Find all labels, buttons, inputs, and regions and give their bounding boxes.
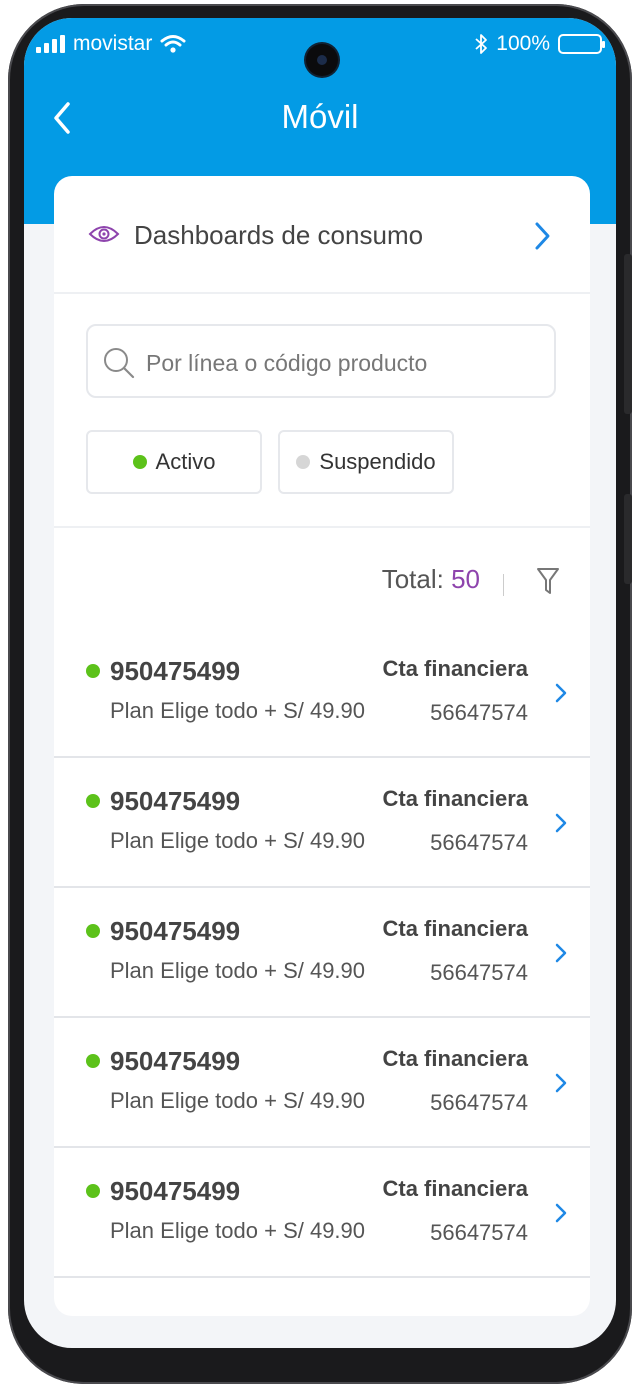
chevron-right-icon — [555, 1203, 567, 1223]
account-number: 56647574 — [430, 960, 528, 985]
plan-name: Plan Elige todo + S/ 49.90 — [110, 698, 366, 723]
plan-name: Plan Elige todo + S/ 49.90 — [110, 828, 366, 853]
account-number: 56647574 — [430, 1090, 528, 1115]
line-number: 950475499 — [110, 916, 241, 946]
chevron-right-icon — [555, 683, 567, 703]
chevron-right-icon — [555, 813, 567, 833]
navigation-bar: Móvil — [24, 92, 616, 144]
section-divider — [54, 526, 590, 528]
search-icon — [104, 348, 135, 379]
list-item[interactable]: 950475499 Plan Elige todo + S/ 49.90 Cta… — [54, 628, 590, 758]
separator — [503, 574, 504, 596]
battery-percent: 100% — [496, 32, 550, 55]
plan-name: Plan Elige todo + S/ 49.90 — [110, 1218, 366, 1243]
lines-list: 950475499 Plan Elige todo + S/ 49.90 Cta… — [54, 628, 590, 1278]
account-label: Cta financiera — [382, 1046, 529, 1071]
line-number: 950475499 — [110, 786, 241, 816]
account-number: 56647574 — [430, 830, 528, 855]
volume-button — [624, 254, 632, 414]
wifi-icon — [160, 35, 186, 53]
active-status-dot — [86, 1054, 100, 1068]
active-status-dot — [86, 794, 100, 808]
total-label: Total: — [381, 564, 444, 594]
active-status-dot — [86, 664, 100, 678]
filter-chip-activo[interactable]: Activo — [86, 430, 262, 494]
filter-chip-label: Suspendido — [319, 449, 436, 474]
active-status-dot — [132, 455, 147, 469]
line-number: 950475499 — [110, 1046, 241, 1076]
front-camera — [306, 44, 338, 76]
eye-icon — [88, 226, 120, 242]
plan-name: Plan Elige todo + S/ 49.90 — [110, 958, 366, 983]
page-title: Móvil — [281, 98, 359, 135]
account-label: Cta financiera — [382, 916, 529, 941]
chevron-right-icon — [535, 222, 550, 250]
power-button — [624, 494, 632, 584]
plan-name: Plan Elige todo + S/ 49.90 — [110, 1088, 366, 1113]
chevron-right-icon — [555, 943, 567, 963]
filter-icon[interactable] — [536, 566, 560, 596]
search-input[interactable] — [144, 342, 538, 384]
battery-icon — [558, 34, 605, 54]
account-label: Cta financiera — [382, 1176, 529, 1201]
list-item[interactable]: 950475499 Plan Elige todo + S/ 49.90 Cta… — [54, 1018, 590, 1148]
total-count: Total: 50 — [382, 564, 480, 595]
line-number: 950475499 — [110, 656, 241, 686]
account-label: Cta financiera — [382, 786, 529, 811]
total-value: 50 — [451, 564, 480, 594]
list-item[interactable]: 950475499 Plan Elige todo + S/ 49.90 Cta… — [54, 758, 590, 888]
status-bar: movistar 100% — [24, 32, 616, 76]
active-status-dot — [86, 924, 100, 938]
account-label: Cta financiera — [382, 656, 529, 681]
list-item[interactable]: 950475499 Plan Elige todo + S/ 49.90 Cta… — [54, 1148, 590, 1278]
filter-chip-suspendido[interactable]: Suspendido — [278, 430, 454, 494]
total-row: Total: 50 — [54, 556, 590, 606]
account-number: 56647574 — [430, 700, 528, 725]
bluetooth-icon — [475, 34, 488, 54]
chevron-right-icon — [555, 1073, 567, 1093]
search-box — [86, 324, 556, 398]
carrier-name: movistar — [73, 32, 153, 55]
dashboards-link[interactable]: Dashboards de consumo — [54, 176, 590, 294]
account-number: 56647574 — [430, 1220, 528, 1245]
signal-icon — [36, 35, 65, 53]
content-card: Dashboards de consumo Activo Suspendido … — [54, 176, 590, 1316]
suspended-status-dot — [296, 455, 311, 469]
filter-chip-label: Activo — [155, 449, 216, 474]
dashboards-label: Dashboards de consumo — [134, 220, 424, 250]
screen: movistar 100% Móvil Dashboards de consum… — [24, 18, 616, 1348]
active-status-dot — [86, 1184, 100, 1198]
line-number: 950475499 — [110, 1176, 241, 1206]
list-item[interactable]: 950475499 Plan Elige todo + S/ 49.90 Cta… — [54, 888, 590, 1018]
